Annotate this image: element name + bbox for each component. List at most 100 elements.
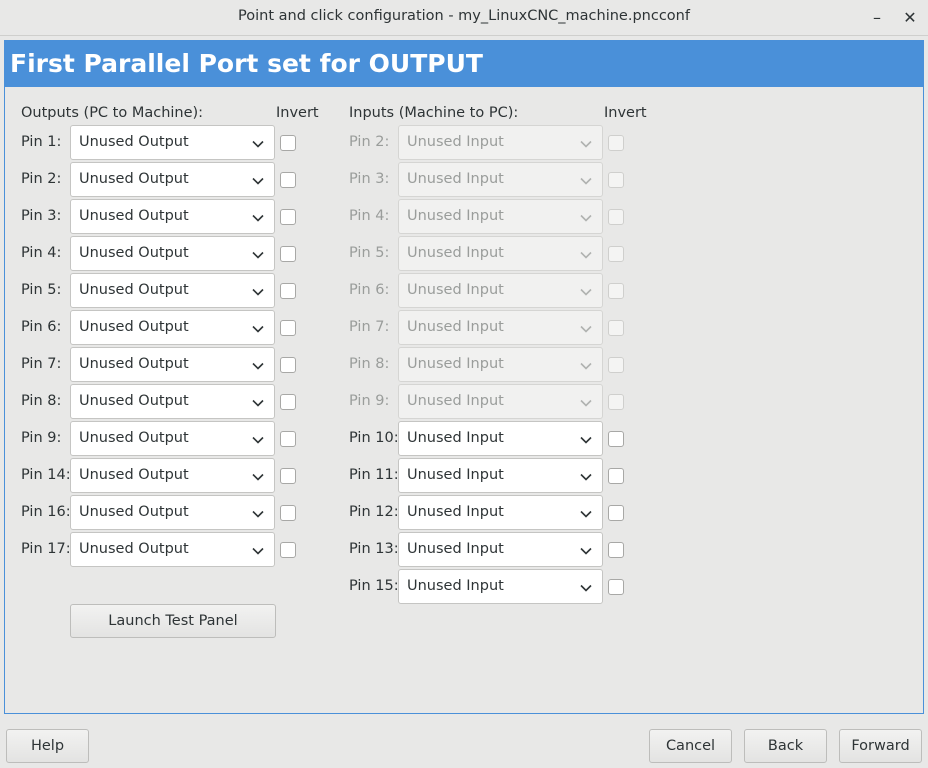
outputs-heading: Outputs (PC to Machine): [21,105,204,121]
select-value: Unused Input [407,578,504,594]
inputs-invert-checkbox[interactable] [608,431,624,447]
select-value: Unused Output [79,282,189,298]
inputs-signal-select[interactable]: Unused Input [398,569,603,604]
inputs-pin-label: Pin 6: [349,282,390,298]
close-button[interactable]: ✕ [898,6,922,30]
select-value: Unused Output [79,319,189,335]
help-button[interactable]: Help [6,729,89,763]
launch-test-panel-button[interactable]: Launch Test Panel [70,604,276,638]
outputs-invert-checkbox[interactable] [280,135,296,151]
chevron-down-icon [252,137,264,148]
page-title: First Parallel Port set for OUTPUT [10,49,483,78]
inputs-invert-checkbox [608,209,624,225]
select-value: Unused Output [79,393,189,409]
select-value: Unused Input [407,208,504,224]
outputs-pin-label: Pin 1: [21,134,62,150]
chevron-down-icon [580,359,592,370]
forward-button[interactable]: Forward [839,729,922,763]
outputs-invert-checkbox[interactable] [280,283,296,299]
inputs-pin-label: Pin 5: [349,245,390,261]
inputs-invert-heading: Invert [604,105,647,121]
outputs-pin-label: Pin 7: [21,356,62,372]
outputs-signal-select[interactable]: Unused Output [70,384,275,419]
select-value: Unused Output [79,504,189,520]
select-value: Unused Output [79,245,189,261]
outputs-pin-label: Pin 14: [21,467,71,483]
inputs-signal-select[interactable]: Unused Input [398,458,603,493]
chevron-down-icon [252,211,264,222]
inputs-invert-checkbox[interactable] [608,505,624,521]
window-title: Point and click configuration - my_Linux… [238,8,690,24]
outputs-invert-checkbox[interactable] [280,246,296,262]
back-button[interactable]: Back [744,729,827,763]
outputs-invert-checkbox[interactable] [280,468,296,484]
inputs-invert-checkbox[interactable] [608,468,624,484]
select-value: Unused Input [407,356,504,372]
outputs-invert-checkbox[interactable] [280,357,296,373]
select-value: Unused Input [407,467,504,483]
outputs-signal-select[interactable]: Unused Output [70,273,275,308]
inputs-invert-checkbox [608,135,624,151]
outputs-pin-label: Pin 3: [21,208,62,224]
outputs-pin-label: Pin 4: [21,245,62,261]
outputs-signal-select[interactable]: Unused Output [70,421,275,456]
inputs-invert-checkbox[interactable] [608,542,624,558]
inputs-pin-label: Pin 8: [349,356,390,372]
inputs-invert-checkbox [608,283,624,299]
inputs-signal-select: Unused Input [398,384,603,419]
inputs-signal-select: Unused Input [398,236,603,271]
inputs-heading: Inputs (Machine to PC): [349,105,519,121]
cancel-button[interactable]: Cancel [649,729,732,763]
select-value: Unused Output [79,430,189,446]
outputs-signal-select[interactable]: Unused Output [70,458,275,493]
select-value: Unused Input [407,282,504,298]
outputs-invert-checkbox[interactable] [280,172,296,188]
inputs-pin-label: Pin 3: [349,171,390,187]
chevron-down-icon [252,285,264,296]
outputs-invert-checkbox[interactable] [280,209,296,225]
inputs-invert-checkbox [608,246,624,262]
outputs-signal-select[interactable]: Unused Output [70,347,275,382]
outputs-signal-select[interactable]: Unused Output [70,162,275,197]
select-value: Unused Output [79,171,189,187]
inputs-pin-label: Pin 4: [349,208,390,224]
chevron-down-icon [580,544,592,555]
minimize-button[interactable]: – [865,6,889,30]
outputs-invert-checkbox[interactable] [280,542,296,558]
select-value: Unused Input [407,319,504,335]
outputs-signal-select[interactable]: Unused Output [70,532,275,567]
outputs-pin-label: Pin 17: [21,541,71,557]
outputs-signal-select[interactable]: Unused Output [70,199,275,234]
outputs-signal-select[interactable]: Unused Output [70,310,275,345]
chevron-down-icon [580,211,592,222]
inputs-signal-select[interactable]: Unused Input [398,495,603,530]
inputs-invert-checkbox [608,394,624,410]
outputs-signal-select[interactable]: Unused Output [70,236,275,271]
chevron-down-icon [252,507,264,518]
outputs-pin-label: Pin 9: [21,430,62,446]
inputs-invert-checkbox [608,172,624,188]
outputs-invert-checkbox[interactable] [280,320,296,336]
inputs-invert-checkbox [608,357,624,373]
chevron-down-icon [580,285,592,296]
outputs-invert-checkbox[interactable] [280,505,296,521]
select-value: Unused Output [79,467,189,483]
inputs-signal-select[interactable]: Unused Input [398,532,603,567]
select-value: Unused Output [79,134,189,150]
inputs-signal-select: Unused Input [398,347,603,382]
inputs-invert-checkbox [608,320,624,336]
chevron-down-icon [580,470,592,481]
inputs-invert-checkbox[interactable] [608,579,624,595]
inputs-pin-label: Pin 12: [349,504,399,520]
outputs-invert-checkbox[interactable] [280,431,296,447]
chevron-down-icon [580,581,592,592]
outputs-signal-select[interactable]: Unused Output [70,125,275,160]
window-titlebar: Point and click configuration - my_Linux… [0,0,928,36]
inputs-signal-select[interactable]: Unused Input [398,421,603,456]
chevron-down-icon [580,433,592,444]
page-header: First Parallel Port set for OUTPUT [5,41,923,87]
outputs-invert-checkbox[interactable] [280,394,296,410]
select-value: Unused Output [79,208,189,224]
outputs-signal-select[interactable]: Unused Output [70,495,275,530]
inputs-signal-select: Unused Input [398,199,603,234]
